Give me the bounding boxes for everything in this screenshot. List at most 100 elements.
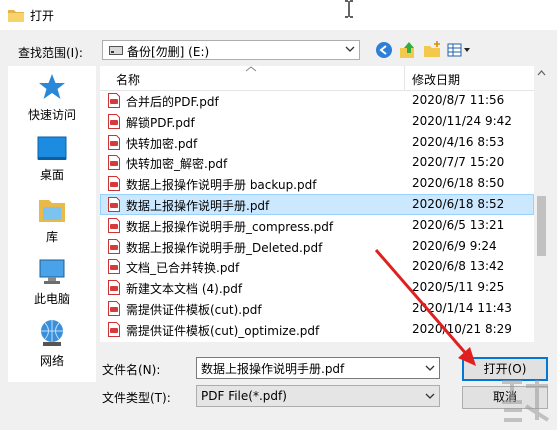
filetype-label: 文件类型(T): [102, 391, 171, 405]
library-icon [39, 200, 65, 222]
sidebar-item-library[interactable]: 库 [8, 196, 96, 245]
network-icon [41, 320, 63, 346]
new-folder-icon [424, 41, 440, 57]
sidebar-item-network[interactable]: 网络 [8, 318, 96, 369]
pdf-file-icon [108, 113, 120, 129]
file-modified-date: 2020/8/7 11:56 [412, 93, 505, 107]
file-row[interactable]: 快转加密_解密.pdf 2020/7/7 15:20 [100, 152, 534, 173]
file-row[interactable]: 需提供证件模板(cut)_optimize.pdf 2020/10/21 8:29 [100, 319, 534, 340]
chevron-down-icon [345, 46, 355, 52]
file-name: 数据上报操作说明手册 backup.pdf [126, 178, 317, 193]
filename-field[interactable] [196, 357, 440, 379]
file-row[interactable]: 数据上报操作说明手册 backup.pdf 2020/6/18 8:50 [100, 173, 534, 194]
pdf-file-icon [108, 259, 120, 275]
filename-label: 文件名(N): [102, 363, 161, 377]
file-modified-date: 2020/5/11 9:25 [412, 280, 505, 295]
file-modified-date: 2020/6/9 9:24 [412, 238, 497, 253]
column-header-name[interactable]: 名称 [116, 71, 140, 88]
file-name: 新建文本文档 (4).pdf [126, 282, 243, 297]
file-name: 数据上报操作说明手册_Deleted.pdf [126, 240, 323, 255]
file-row[interactable]: 文档_已合并转换.pdf 2020/6/8 13:42 [100, 256, 534, 277]
file-modified-date: 2020/6/5 13:21 [412, 217, 505, 232]
file-modified-date: 2020/6/8 13:42 [412, 259, 505, 274]
pdf-file-icon [108, 217, 120, 233]
view-menu-button[interactable] [446, 40, 472, 60]
sidebar-label: 网络 [39, 354, 64, 368]
file-name: 需提供证件模板(cut)_optimize.pdf [126, 323, 320, 338]
filetype-dropdown[interactable]: PDF File(*.pdf) [196, 385, 440, 407]
file-name: 快转加密.pdf [126, 136, 198, 151]
filename-input[interactable] [201, 359, 421, 377]
new-folder-button[interactable] [422, 40, 442, 60]
file-name: 合并后的PDF.pdf [126, 95, 219, 109]
look-in-label: 查找范围(I): [18, 46, 83, 60]
file-modified-date: 2020/10/21 8:29 [412, 321, 512, 336]
folder-icon [8, 10, 24, 22]
pdf-file-icon [108, 93, 120, 108]
scroll-up-icon[interactable] [537, 70, 546, 76]
file-name: 数据上报操作说明手册.pdf [126, 198, 270, 213]
pdf-file-icon [108, 238, 120, 254]
vertical-scrollbar[interactable] [534, 66, 549, 342]
file-list[interactable]: 名称 修改日期 合并后的PDF.pdf 2020/8/7 11:56 解锁PDF.p… [100, 66, 549, 342]
pdf-file-icon [108, 280, 120, 296]
chevron-down-icon[interactable] [425, 363, 435, 373]
back-arrow-icon [376, 42, 392, 58]
star-icon [39, 74, 65, 99]
file-modified-date: 2020/6/18 8:52 [412, 196, 505, 211]
file-rows: 合并后的PDF.pdf 2020/8/7 11:56 解锁PDF.pdf 2020/1… [100, 90, 534, 340]
file-row[interactable]: 需提供证件模板(cut).pdf 2020/1/14 11:43 [100, 298, 534, 319]
file-row[interactable]: 数据上报操作说明手册.pdf 2020/6/18 8:52 [100, 193, 534, 215]
back-button[interactable] [374, 40, 394, 60]
file-modified-date: 2020/1/14 11:43 [412, 300, 512, 315]
view-grid-icon [447, 43, 470, 57]
column-header-date[interactable]: 修改日期 [412, 71, 460, 88]
pdf-file-icon [108, 196, 120, 212]
sidebar-item-quick-access[interactable]: 快速访问 [8, 72, 96, 123]
file-modified-date: 2020/4/16 8:53 [412, 134, 505, 149]
file-row[interactable]: 新建文本文档 (4).pdf 2020/5/11 9:25 [100, 277, 534, 298]
file-modified-date: 2020/11/24 9:42 [412, 113, 512, 128]
drive-icon [109, 46, 123, 55]
sidebar-label: 库 [45, 230, 58, 244]
file-row[interactable]: 快转加密.pdf 2020/4/16 8:53 [100, 132, 534, 153]
look-in-value: 备份[勿删] (E:) [127, 45, 210, 59]
file-row[interactable]: 合并后的PDF.pdf 2020/8/7 11:56 [100, 90, 534, 111]
sidebar-item-desktop[interactable]: 桌面 [8, 136, 96, 183]
chevron-down-icon [425, 393, 435, 399]
file-row[interactable]: 数据上报操作说明手册_Deleted.pdf 2020/6/9 9:24 [100, 236, 534, 257]
look-in-dropdown[interactable]: 备份[勿删] (E:) [102, 40, 360, 60]
file-modified-date: 2020/7/7 15:20 [412, 155, 505, 170]
file-name: 快转加密_解密.pdf [126, 157, 228, 172]
places-sidebar: 快速访问 桌面 库 此电脑 网络 [8, 66, 96, 382]
watermark-logo-icon [502, 380, 550, 422]
computer-icon [39, 259, 65, 284]
sidebar-label: 此电脑 [33, 292, 70, 306]
file-row[interactable]: 解锁PDF.pdf 2020/11/24 9:42 [100, 111, 534, 132]
file-name: 数据上报操作说明手册_compress.pdf [126, 219, 334, 234]
up-folder-icon [400, 42, 414, 58]
look-in-row: 查找范围(I): 备份[勿删] (E:) [0, 40, 557, 62]
sidebar-item-this-pc[interactable]: 此电脑 [8, 258, 96, 307]
up-folder-button[interactable] [398, 40, 418, 60]
file-name: 需提供证件模板(cut).pdf [126, 302, 262, 317]
column-header-row: 名称 修改日期 [100, 66, 534, 91]
file-name: 文档_已合并转换.pdf [126, 261, 240, 276]
pdf-file-icon [108, 321, 120, 337]
window-title: 打开 [30, 9, 55, 23]
column-divider[interactable] [404, 66, 405, 90]
pdf-file-icon [108, 176, 120, 192]
text-cursor-icon [345, 0, 353, 18]
sidebar-label: 桌面 [39, 168, 64, 182]
file-modified-date: 2020/6/18 8:50 [412, 176, 505, 191]
pdf-file-icon [108, 300, 120, 316]
desktop-icon [37, 136, 67, 160]
pdf-file-icon [108, 155, 120, 171]
file-name: 解锁PDF.pdf [126, 115, 195, 130]
sidebar-label: 快速访问 [27, 108, 76, 122]
scrollbar-thumb[interactable] [537, 196, 546, 256]
pdf-file-icon [108, 134, 120, 150]
file-row[interactable]: 数据上报操作说明手册_compress.pdf 2020/6/5 13:21 [100, 215, 534, 236]
filetype-value: PDF File(*.pdf) [201, 389, 287, 403]
title-bar: 打开 [0, 0, 557, 30]
